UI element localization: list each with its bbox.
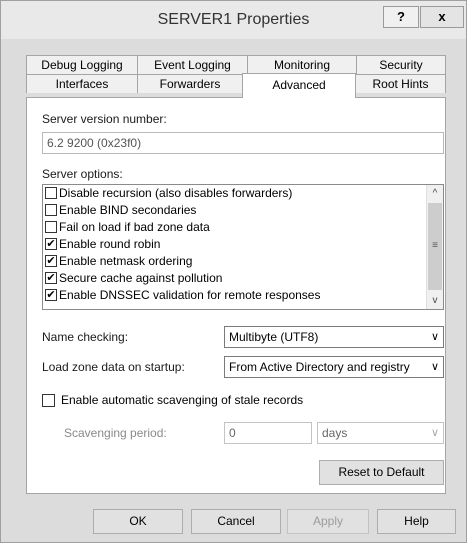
chevron-down-icon: ∨ [430,331,439,343]
option-label: Enable DNSSEC validation for remote resp… [59,288,321,302]
scroll-up-icon[interactable]: ^ [427,185,443,202]
load-zone-select[interactable]: From Active Directory and registry ∨ [224,356,444,378]
tab-monitoring[interactable]: Monitoring [247,55,357,74]
tab-forwarders[interactable]: Forwarders [137,74,243,93]
apply-button[interactable]: Apply [287,509,369,534]
option-label: Disable recursion (also disables forward… [59,186,293,200]
chevron-down-icon: ∨ [430,361,439,373]
tab-root-hints[interactable]: Root Hints [355,74,446,93]
scavenging-period-input[interactable]: 0 [224,422,312,444]
option-label: Secure cache against pollution [59,271,223,285]
scavenging-unit-select[interactable]: days ∨ [317,422,444,444]
load-zone-value: From Active Directory and registry [229,360,410,374]
tab-event-logging[interactable]: Event Logging [137,55,248,74]
option-label: Enable netmask ordering [59,254,193,268]
checkbox-icon[interactable]: ✔ [45,255,57,267]
option-label: Fail on load if bad zone data [59,220,210,234]
name-checking-value: Multibyte (UTF8) [229,330,319,344]
option-netmask-ordering[interactable]: ✔ Enable netmask ordering [45,253,192,269]
load-zone-label: Load zone data on startup: [42,360,185,374]
title-bar: SERVER1 Properties ? x [1,1,466,39]
tab-advanced[interactable]: Advanced [242,73,356,98]
help-titlebar-button[interactable]: ? [383,6,419,28]
checkbox-icon[interactable] [45,187,57,199]
server-version-field: 6.2 9200 (0x23f0) [42,132,444,154]
name-checking-label: Name checking: [42,330,129,344]
chevron-down-icon: ∨ [430,427,439,439]
tab-security[interactable]: Security [356,55,446,74]
scroll-thumb[interactable]: ≡ [428,203,442,290]
scavenging-period-value: 0 [229,426,236,440]
enable-scavenging-label: Enable automatic scavenging of stale rec… [61,393,304,407]
server-version-label: Server version number: [42,112,167,126]
checkbox-icon[interactable] [45,221,57,233]
scroll-down-icon[interactable]: v [427,292,443,309]
cancel-button[interactable]: Cancel [191,509,281,534]
close-icon[interactable]: x [420,6,464,28]
option-label: Enable round robin [59,237,161,251]
checkbox-icon[interactable]: ✔ [45,272,57,284]
properties-dialog: SERVER1 Properties ? x Debug Logging Eve… [0,0,467,543]
checkbox-icon[interactable] [45,204,57,216]
name-checking-select[interactable]: Multibyte (UTF8) ∨ [224,326,444,348]
option-dnssec-validation[interactable]: ✔ Enable DNSSEC validation for remote re… [45,287,320,303]
option-fail-on-load[interactable]: Fail on load if bad zone data [45,219,210,235]
reset-to-default-button[interactable]: Reset to Default [319,460,444,485]
options-scrollbar[interactable]: ^ ≡ v [426,185,443,309]
option-secure-cache[interactable]: ✔ Secure cache against pollution [45,270,222,286]
checkbox-icon[interactable]: ✔ [45,238,57,250]
ok-button[interactable]: OK [93,509,183,534]
tab-debug-logging[interactable]: Debug Logging [26,55,138,74]
help-button[interactable]: Help [377,509,456,534]
checkbox-icon[interactable]: ✔ [45,289,57,301]
option-round-robin[interactable]: ✔ Enable round robin [45,236,160,252]
option-label: Enable BIND secondaries [59,203,197,217]
option-enable-bind-secondaries[interactable]: Enable BIND secondaries [45,202,196,218]
option-disable-recursion[interactable]: Disable recursion (also disables forward… [45,185,292,201]
scavenging-unit-value: days [322,426,348,440]
checkbox-icon[interactable] [42,393,55,407]
advanced-tab-panel: Server version number: 6.2 9200 (0x23f0)… [26,97,446,494]
scavenging-period-label: Scavenging period: [64,426,167,440]
tab-interfaces[interactable]: Interfaces [26,74,138,93]
server-options-label: Server options: [42,167,123,181]
enable-scavenging-checkbox[interactable]: Enable automatic scavenging of stale rec… [42,393,303,407]
server-options-list[interactable]: Disable recursion (also disables forward… [42,184,444,310]
